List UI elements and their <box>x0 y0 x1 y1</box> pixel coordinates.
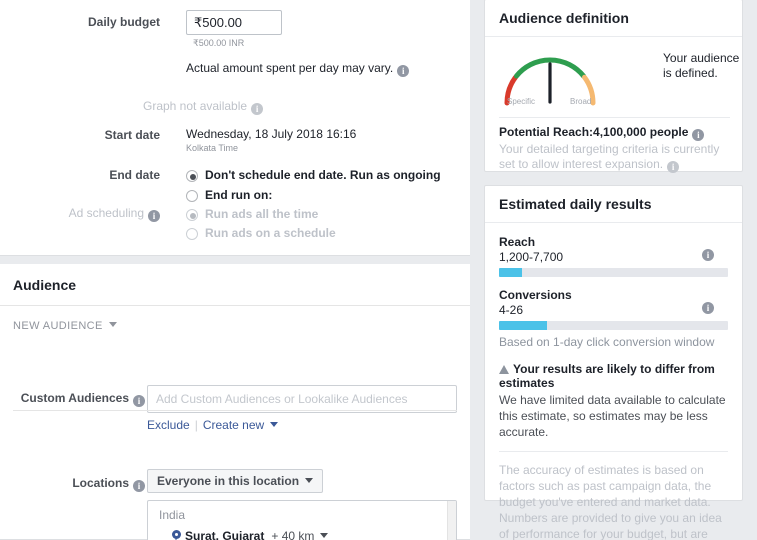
info-icon[interactable]: i <box>251 103 264 115</box>
right-sidebar: Audience definition Specific Broad Your … <box>470 0 757 540</box>
audience-status-text: Your audience is defined. <box>663 51 740 80</box>
exclude-link[interactable]: Exclude <box>147 418 190 432</box>
radio-button-icon[interactable] <box>186 190 198 202</box>
radio-label: Don't schedule end date. Run as ongoing <box>205 168 441 182</box>
metric-conversions: Conversions 4-26 i Based on 1-day click … <box>499 288 728 349</box>
metric-value: 4-26 <box>499 303 524 317</box>
divider <box>499 451 728 452</box>
warning-title: Your results are likely to differ from e… <box>499 362 728 390</box>
chevron-down-icon[interactable] <box>108 322 117 327</box>
audience-card: Audience NEW AUDIENCE Custom Audiences i … <box>0 264 470 540</box>
custom-audiences-input[interactable] <box>147 385 457 413</box>
location-type-label: Everyone in this location <box>157 474 300 488</box>
metric-name: Conversions <box>499 288 572 302</box>
locations-text: Locations <box>72 476 129 490</box>
metric-bar-fill <box>499 321 548 330</box>
info-icon[interactable]: i <box>148 210 160 222</box>
radio-run-ads-all-time: Run ads all the time <box>186 207 318 226</box>
targeting-expansion-note: Your detailed targeting criteria is curr… <box>499 142 733 173</box>
metric-value: 1,200-7,700 <box>499 250 564 264</box>
daily-budget-label: Daily budget <box>87 15 160 29</box>
locations-label: Locations i <box>0 476 145 492</box>
ad-scheduling-label: Ad scheduling i <box>0 206 160 222</box>
spend-variance-text: Actual amount spent per day may vary. <box>186 61 394 75</box>
info-icon[interactable]: i <box>702 249 714 261</box>
create-new-link[interactable]: Create new <box>203 418 264 432</box>
custom-audiences-label: Custom Audiences i <box>0 391 145 407</box>
location-type-dropdown[interactable]: Everyone in this location <box>147 469 324 493</box>
info-icon[interactable]: i <box>667 161 680 173</box>
left-form-column: Daily budget ₹500.00 INR Actual amount s… <box>0 0 470 540</box>
radio-end-date-run-on[interactable]: End run on: <box>186 188 272 207</box>
accuracy-disclaimer: The accuracy of estimates is based on fa… <box>499 463 722 540</box>
daily-budget-currency-note: ₹500.00 INR <box>193 38 245 48</box>
ads-manager-screen: Daily budget ₹500.00 INR Actual amount s… <box>0 0 757 540</box>
info-icon[interactable]: i <box>133 395 145 407</box>
divider <box>499 117 730 118</box>
radio-button-icon <box>186 209 198 221</box>
chevron-down-icon[interactable] <box>270 422 279 427</box>
estimates-warning: Your results are likely to differ from e… <box>499 362 728 440</box>
ad-scheduling-text: Ad scheduling <box>68 206 144 220</box>
location-name: Surat, Gujarat <box>185 529 265 540</box>
warning-triangle-icon <box>499 365 509 374</box>
budget-schedule-card: Daily budget ₹500.00 INR Actual amount s… <box>0 0 470 256</box>
info-icon[interactable]: i <box>692 129 705 141</box>
radio-label: End run on: <box>205 188 273 202</box>
metric-bar-track <box>499 268 728 277</box>
graph-unavailable-text: Graph not available <box>143 99 248 113</box>
warning-body: We have limited data available to calcul… <box>499 393 726 439</box>
start-date-label: Start date <box>104 128 160 142</box>
link-separator: | <box>194 418 198 432</box>
radio-end-date-ongoing[interactable]: Don't schedule end date. Run as ongoing <box>186 168 441 187</box>
start-date-value: Wednesday, 18 July 2018 16:16 <box>186 127 357 141</box>
graph-unavailable-note: Graph not available i <box>143 99 264 115</box>
metric-reach: Reach 1,200-7,700 i <box>499 235 728 277</box>
selected-locations-box: India Surat, Gujarat + 40 km <box>147 500 457 540</box>
audience-definition-title: Audience definition <box>485 0 742 37</box>
gauge-left-label: Specific <box>507 97 536 106</box>
estimated-results-title: Estimated daily results <box>485 186 742 223</box>
info-icon[interactable]: i <box>397 65 410 77</box>
estimated-results-card: Estimated daily results Reach 1,200-7,70… <box>484 185 743 540</box>
location-list-item[interactable]: Surat, Gujarat + 40 km <box>172 529 329 540</box>
radio-run-ads-on-schedule: Run ads on a schedule <box>186 226 336 245</box>
radio-label: Run ads on a schedule <box>205 226 336 240</box>
info-icon[interactable]: i <box>702 302 714 314</box>
targeting-note-text: Your detailed targeting criteria is curr… <box>499 142 720 171</box>
warning-title-text: Your results are likely to differ from e… <box>499 362 715 390</box>
audience-gauge: Specific Broad <box>495 45 605 113</box>
new-audience-dropdown[interactable]: NEW AUDIENCE <box>13 320 117 332</box>
audience-section-title: Audience <box>0 264 470 306</box>
metric-bar-fill <box>499 268 522 277</box>
potential-reach: Potential Reach:4,100,000 people i <box>499 125 705 141</box>
metric-name: Reach <box>499 235 536 249</box>
location-country-label: India <box>159 508 186 522</box>
spend-variance-note: Actual amount spent per day may vary. i <box>186 61 410 77</box>
new-audience-label: NEW AUDIENCE <box>13 320 103 332</box>
chevron-down-icon[interactable] <box>320 533 329 538</box>
end-date-label: End date <box>109 168 160 182</box>
estimated-results-body: Reach 1,200-7,700 i Conversions 4-26 i B… <box>485 223 742 540</box>
metric-bar-track <box>499 321 728 330</box>
chevron-down-icon[interactable] <box>305 478 314 483</box>
location-radius[interactable]: + 40 km <box>271 529 314 540</box>
potential-reach-text: Potential Reach:4,100,000 people <box>499 125 689 139</box>
info-icon[interactable]: i <box>133 480 145 492</box>
radio-button-icon <box>186 228 198 240</box>
audience-definition-card: Audience definition Specific Broad Your … <box>484 0 743 173</box>
conversion-window-note: Based on 1-day click conversion window <box>499 335 715 349</box>
start-date-timezone: Kolkata Time <box>186 143 239 153</box>
custom-audiences-text: Custom Audiences <box>20 391 129 405</box>
map-pin-icon <box>172 530 181 540</box>
audience-divider <box>13 410 457 411</box>
radio-button-icon[interactable] <box>186 170 198 182</box>
daily-budget-input[interactable] <box>186 10 282 35</box>
custom-audiences-links: Exclude | Create new <box>147 418 279 432</box>
locations-scrollbar[interactable] <box>447 501 456 540</box>
radio-label: Run ads all the time <box>205 207 319 221</box>
gauge-right-label: Broad <box>570 97 592 106</box>
